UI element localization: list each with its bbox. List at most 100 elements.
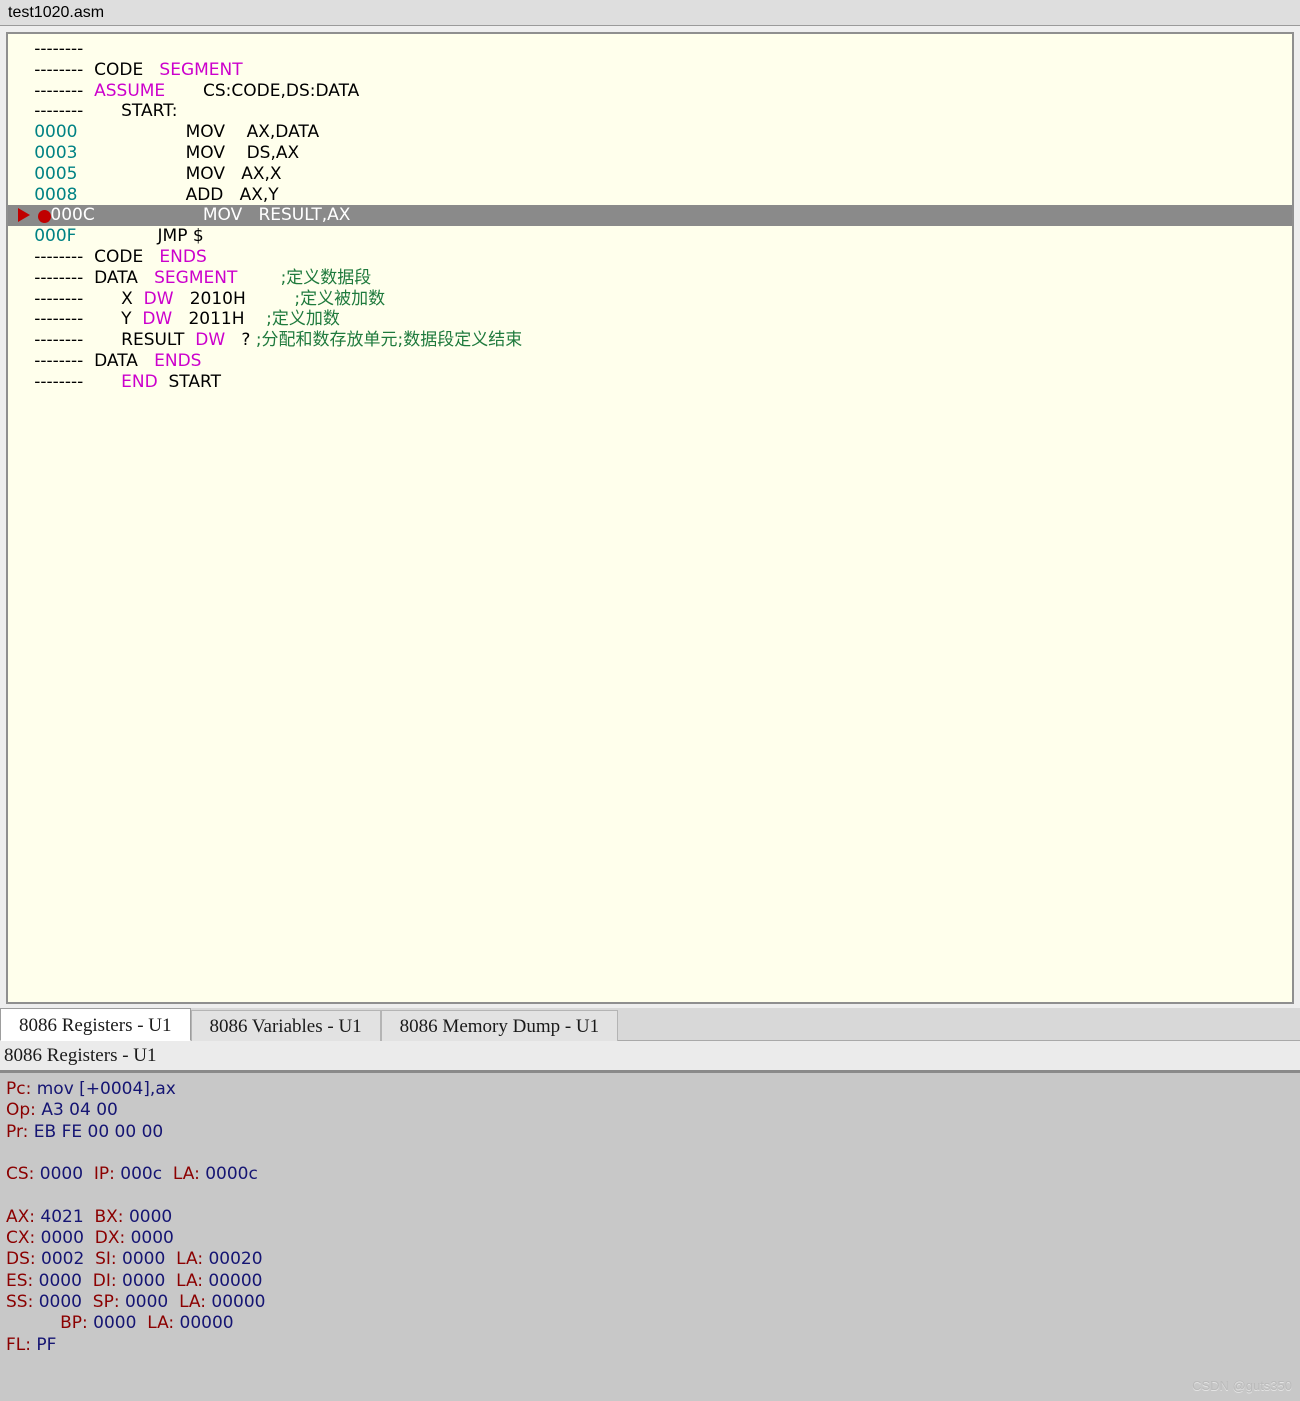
register-label: DS: [6,1249,36,1270]
line-source: START: [94,101,177,121]
code-directive: DW [142,309,173,330]
register-value: mov [+0004],ax [36,1079,176,1099]
code-line[interactable]: -------- DATA ENDS [8,351,1292,372]
register-label: Pc: [6,1079,32,1099]
register-label: DI: [92,1270,117,1291]
line-source: JMP $ [109,226,204,246]
code-token: MOV [202,205,243,226]
register-value: A3 04 00 [41,1100,118,1121]
panel-caption: 8086 Registers - U1 [0,1041,1300,1073]
line-source: DATA SEGMENT ;定义数据段 [94,268,371,288]
code-line-current[interactable]: 000C MOV RESULT,AX [8,205,1292,227]
code-comment: ;分配和数存放单元;数据段定义结束 [255,330,523,351]
line-source: DATA ENDS [94,351,201,371]
code-directive: SEGMENT [159,59,243,80]
code-comment: ;定义加数 [266,309,340,330]
code-token: AX,DATA [246,122,320,143]
line-source: Y DW 2011H ;定义加数 [94,309,340,329]
register-value: 0000c [205,1164,258,1185]
registers-panel: Pc: mov [+0004],ax Op: A3 04 00 Pr: EB FE … [0,1073,1300,1401]
panel-tab-strip: 8086 Registers - U1 8086 Variables - U1 80… [0,1008,1300,1041]
line-source: X DW 2010H ;定义被加数 [94,289,385,309]
panel-tab-0[interactable]: 8086 Registers - U1 [0,1008,191,1041]
register-label: ES: [6,1270,34,1291]
code-line[interactable]: -------- X DW 2010H ;定义被加数 [8,289,1292,310]
code-directive: ENDS [154,350,202,371]
register-label: LA: [147,1313,175,1334]
line-source: MOV AX,X [110,164,282,184]
code-line[interactable]: 0005 MOV AX,X [8,164,1292,185]
register-label [6,1313,22,1333]
line-dash-placeholder: -------- [18,267,84,288]
register-label: SP: [92,1291,120,1312]
code-line[interactable]: -------- ASSUME CS:CODE,DS:DATA [8,81,1292,102]
register-label: LA: [176,1270,203,1291]
register-label: Op: [6,1100,36,1121]
panel-tab-2[interactable]: 8086 Memory Dump - U1 [380,1010,619,1041]
code-editor[interactable]: -------- -------- CODE SEGMENT -------- … [6,32,1294,1004]
line-dash-placeholder: -------- [18,330,84,351]
register-value: 00000 [179,1313,234,1334]
code-line[interactable]: -------- RESULT DW ? ;分配和数存放单元;数据段定义结束 [8,330,1292,351]
code-line[interactable]: -------- [8,39,1292,60]
play-arrow-icon [18,208,30,223]
panel-tab-1[interactable]: 8086 Variables - U1 [190,1010,381,1041]
code-line[interactable]: 0000 MOV AX,DATA [8,122,1292,143]
code-line[interactable]: -------- START: [8,101,1292,122]
register-row: Pc: mov [+0004],ax [6,1079,1300,1100]
register-row: ES: 0000 DI: 0000 LA: 00000 [6,1271,1300,1292]
line-address: 0005 [18,163,78,184]
code-line[interactable]: -------- END START [8,372,1292,393]
code-token: MOV [185,163,225,184]
register-row: DS: 0002 SI: 0000 LA: 00020 [6,1249,1300,1270]
editor-region: -------- -------- CODE SEGMENT -------- … [0,26,1300,1008]
register-value: 0000 [40,1228,95,1249]
register-label: FL: [6,1334,31,1355]
register-row: SS: 0000 SP: 0000 LA: 00000 [6,1292,1300,1313]
code-line[interactable]: -------- Y DW 2011H ;定义加数 [8,309,1292,330]
line-dash-placeholder: -------- [18,101,84,122]
register-value: 00000 [211,1291,266,1312]
file-tab-test1020[interactable]: test1020.asm [0,4,104,22]
code-line[interactable]: 0003 MOV DS,AX [8,143,1292,164]
code-token: CODE [94,246,144,267]
code-line[interactable]: -------- CODE SEGMENT [8,60,1292,81]
register-row: CX: 0000 DX: 0000 [6,1228,1300,1249]
register-value: 0000 [38,1291,93,1312]
register-row-spacer [6,1143,1300,1164]
register-label: BP: [60,1313,88,1334]
line-source: ASSUME CS:CODE,DS:DATA [94,81,359,101]
line-address: 0000 [18,122,78,143]
code-line[interactable]: 0008 ADD AX,Y [8,185,1292,206]
register-label: DX: [94,1228,126,1249]
code-directive: DW [195,330,226,351]
line-source: MOV RESULT,AX [127,205,351,226]
register-value: 4021 [40,1206,95,1227]
code-line[interactable]: -------- DATA SEGMENT ;定义数据段 [8,268,1292,289]
code-line[interactable]: -------- CODE ENDS [8,247,1292,268]
register-value: 0000 [39,1164,94,1185]
code-lines-container[interactable]: -------- -------- CODE SEGMENT -------- … [8,34,1292,393]
code-directive: END [121,371,158,392]
code-token: JMP [157,226,188,247]
line-source: ADD AX,Y [110,185,279,205]
code-token: DATA [94,350,138,371]
code-token: AX,Y [239,184,279,205]
register-row-spacer [6,1185,1300,1206]
code-line[interactable]: 000F JMP $ [8,226,1292,247]
register-label: Pr: [6,1121,29,1142]
register-row: AX: 4021 BX: 0000 [6,1207,1300,1228]
